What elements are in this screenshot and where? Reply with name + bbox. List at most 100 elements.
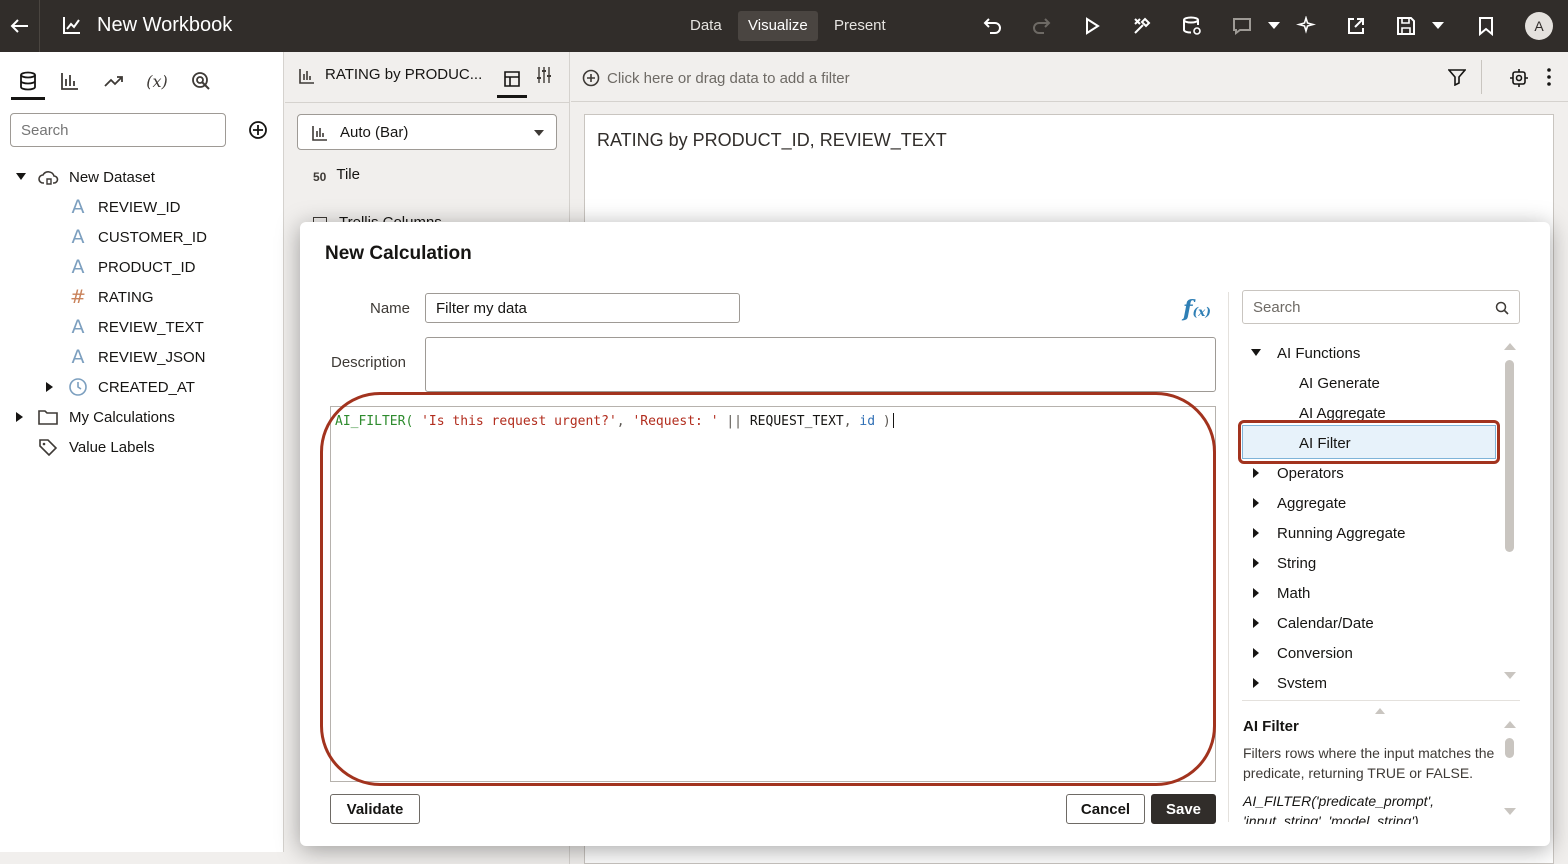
settings-tab[interactable] xyxy=(535,66,559,90)
category-label: Calendar/Date xyxy=(1277,614,1374,632)
tab-calculations[interactable]: (x) xyxy=(140,66,174,96)
dataset-name: New Dataset xyxy=(69,168,155,186)
tab-visualizations[interactable] xyxy=(53,66,87,96)
name-input[interactable] xyxy=(425,293,740,323)
value-labels-node[interactable]: Value Labels xyxy=(38,435,155,459)
category-conversion[interactable]: Conversion xyxy=(1253,640,1353,666)
more-icon[interactable] xyxy=(1547,68,1551,86)
data-refresh-icon[interactable] xyxy=(1180,14,1204,38)
clock-icon xyxy=(69,378,87,396)
function-item-ai-filter[interactable]: AI Filter xyxy=(1299,430,1351,456)
column-item[interactable]: A CUSTOMER_ID xyxy=(68,225,207,249)
arrow-left-icon xyxy=(10,19,28,33)
save-menu-chevron-icon[interactable] xyxy=(1426,14,1450,38)
play-icon[interactable] xyxy=(1080,14,1104,38)
add-filter-icon xyxy=(582,69,600,87)
category-math[interactable]: Math xyxy=(1253,580,1310,606)
cloud-dataset-icon xyxy=(38,171,59,185)
back-button[interactable] xyxy=(0,0,40,52)
settings-icon[interactable] xyxy=(1509,68,1529,88)
redo-icon[interactable] xyxy=(1030,14,1054,38)
text-caret xyxy=(892,413,894,428)
description-input[interactable] xyxy=(425,337,1216,392)
cancel-button[interactable]: Cancel xyxy=(1066,794,1145,824)
text-column-icon: A xyxy=(71,346,85,368)
comment-icon[interactable] xyxy=(1230,14,1254,38)
viz-title: RATING by PRODUC... xyxy=(325,66,483,83)
expression-editor[interactable]: AI_FILTER( 'Is this request urgent?', 'R… xyxy=(330,406,1216,782)
column-item[interactable]: A REVIEW_JSON xyxy=(68,345,206,369)
divider xyxy=(285,102,570,103)
function-label: AI Filter xyxy=(1299,434,1351,452)
function-label: AI Generate xyxy=(1299,374,1380,392)
category-label: Math xyxy=(1277,584,1311,602)
validate-button[interactable]: Validate xyxy=(330,794,420,824)
function-icon[interactable]: f(x) xyxy=(1183,296,1211,322)
save-icon[interactable] xyxy=(1394,14,1418,38)
category-aggregate[interactable]: Aggregate xyxy=(1253,490,1346,516)
chevron-down-icon xyxy=(534,130,544,136)
category-label: Aggregate xyxy=(1277,494,1347,512)
add-icon[interactable] xyxy=(248,120,268,144)
category-calendar-date[interactable]: Calendar/Date xyxy=(1253,610,1374,636)
column-item[interactable]: # RATING xyxy=(68,285,154,309)
folder-icon xyxy=(38,410,58,425)
scroll-thumb[interactable] xyxy=(1505,738,1514,758)
ai-functions-node[interactable]: AI Functions xyxy=(1251,340,1360,366)
column-item[interactable]: A REVIEW_ID xyxy=(68,195,181,219)
save-button[interactable]: Save xyxy=(1151,794,1216,824)
filter-bar[interactable]: Click here or drag data to add a filter xyxy=(571,52,1568,102)
trellis-row[interactable]: Trellis Columns xyxy=(313,214,442,222)
function-icon: (x) xyxy=(146,71,168,91)
properties-tab[interactable] xyxy=(497,64,527,98)
dataset-node[interactable]: New Dataset xyxy=(16,165,155,189)
data-search-input[interactable] xyxy=(10,113,226,147)
tile-row[interactable]: 50 Tile xyxy=(313,166,360,184)
function-label: AI Aggregate xyxy=(1299,404,1386,422)
chevron-down-icon[interactable] xyxy=(1262,14,1286,38)
top-bar: New Workbook Data Visualize Present A xyxy=(0,0,1568,52)
export-icon[interactable] xyxy=(1344,14,1368,38)
function-item-ai-aggregate[interactable]: AI Aggregate xyxy=(1299,400,1386,426)
tab-recent[interactable] xyxy=(184,66,218,96)
expression-function: AI_FILTER( xyxy=(335,414,414,429)
scroll-thumb[interactable] xyxy=(1505,360,1514,552)
description-label: Description xyxy=(331,354,407,371)
column-name: RATING xyxy=(98,288,154,306)
tab-analytics[interactable] xyxy=(97,66,131,96)
number-column-icon: # xyxy=(70,286,86,308)
category-system[interactable]: System xyxy=(1253,670,1327,688)
filter-icon[interactable] xyxy=(1448,68,1466,86)
caret-right-icon xyxy=(1253,588,1259,598)
caret-right-icon xyxy=(16,412,23,422)
function-search-input[interactable]: Search xyxy=(1242,290,1520,324)
column-item[interactable]: A PRODUCT_ID xyxy=(68,255,196,279)
tools-icon[interactable] xyxy=(1130,14,1154,38)
description-scrollbar[interactable] xyxy=(1504,718,1516,820)
category-label: System xyxy=(1277,674,1328,689)
function-item-ai-generate[interactable]: AI Generate xyxy=(1299,370,1380,396)
sliders-icon xyxy=(537,67,551,83)
chart-type-select[interactable]: Auto (Bar) xyxy=(297,114,557,150)
tab-data-panel[interactable] xyxy=(11,66,45,100)
tab-visualize[interactable]: Visualize xyxy=(738,11,818,41)
category-string[interactable]: String xyxy=(1253,550,1316,576)
workbook-title[interactable]: New Workbook xyxy=(97,14,232,37)
my-calculations-label: My Calculations xyxy=(69,408,175,426)
grammar-icon xyxy=(504,71,520,87)
value-labels-label: Value Labels xyxy=(69,438,155,456)
avatar[interactable]: A xyxy=(1525,12,1553,40)
category-operators[interactable]: Operators xyxy=(1253,460,1344,486)
bookmark-icon[interactable] xyxy=(1474,14,1498,38)
tab-data[interactable]: Data xyxy=(680,11,732,41)
undo-icon[interactable] xyxy=(980,14,1004,38)
column-item[interactable]: CREATED_AT xyxy=(46,375,195,399)
my-calculations-node[interactable]: My Calculations xyxy=(16,405,175,429)
column-item[interactable]: A REVIEW_TEXT xyxy=(68,315,204,339)
function-tree-scrollbar[interactable] xyxy=(1504,340,1516,682)
category-running-aggregate[interactable]: Running Aggregate xyxy=(1253,520,1405,546)
function-description-panel: AI Filter Filters rows where the input m… xyxy=(1242,700,1520,824)
tab-present[interactable]: Present xyxy=(824,11,896,41)
scroll-down-icon xyxy=(1504,672,1516,679)
auto-insights-icon[interactable] xyxy=(1294,14,1318,38)
